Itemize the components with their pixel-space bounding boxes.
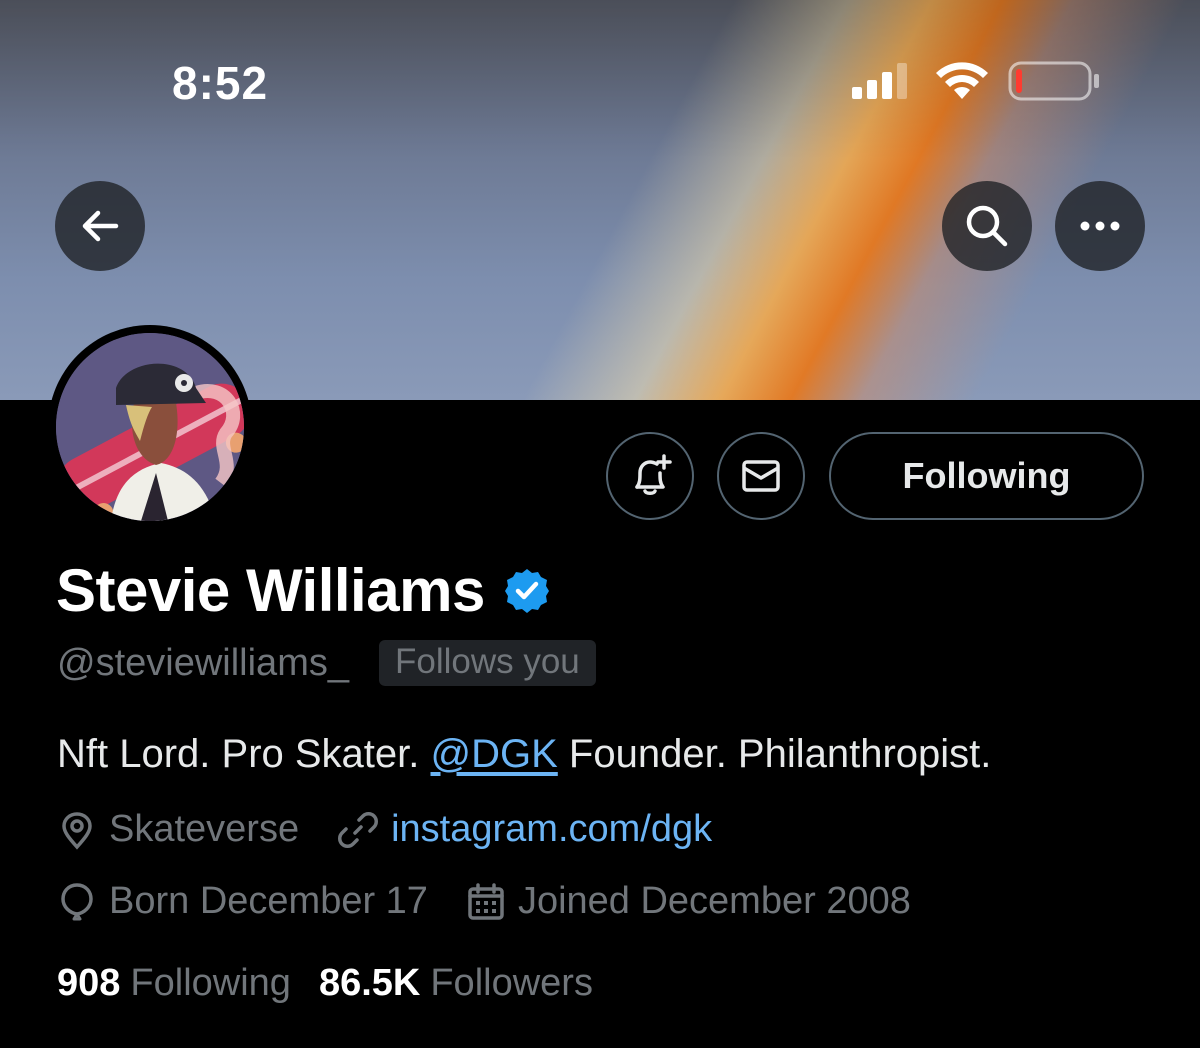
location-text: Skateverse [109,808,300,850]
message-button[interactable] [717,432,805,520]
more-options-button[interactable] [1055,181,1145,271]
profile-meta-row-2: Born December 17 Joined December 2008 [57,880,911,923]
status-time: 8:52 [172,57,269,109]
verified-badge-icon[interactable] [503,567,551,615]
followers-stat[interactable]: 86.5K Followers [319,962,593,1005]
follow-stats: 908 Following 86.5K Followers [57,962,593,1005]
link-icon [338,811,379,848]
website[interactable]: instagram.com/dgk [337,808,712,851]
bell-plus-icon [635,454,672,495]
bio: Nft Lord. Pro Skater. @DGK Founder. Phil… [57,732,992,776]
search-icon [966,205,1008,247]
more-icon [1080,221,1120,231]
joined-text: Joined December 2008 [517,880,911,922]
following-count: 908 [57,962,121,1004]
location-pin-icon [62,811,92,850]
wifi-icon [936,62,988,99]
following-stat[interactable]: 908 Following [57,962,291,1005]
calendar-icon [468,882,504,920]
avatar-illustration [56,333,244,521]
back-arrow-icon [82,210,119,242]
location: Skateverse [57,808,299,851]
back-button[interactable] [55,181,145,271]
status-icons [850,60,1100,102]
followers-count: 86.5K [318,962,421,1004]
display-name-row: Stevie Williams [56,556,551,625]
birthday: Born December 17 [57,880,428,923]
battery-low-icon [1008,61,1099,101]
birthday-text: Born December 17 [109,880,428,922]
following-label: Following [130,962,291,1004]
follows-you-badge: Follows you [378,640,596,686]
profile-meta-row-1: Skateverse instagram.com/dgk [57,808,712,851]
joined-date: Joined December 2008 [466,880,911,923]
bio-mention-link[interactable]: @DGK [431,732,558,776]
envelope-icon [742,460,780,492]
display-name: Stevie Williams [56,557,485,624]
website-link[interactable]: instagram.com/dgk [391,808,712,851]
following-button[interactable]: Following [829,432,1144,520]
handle: @steviewilliams_ [57,641,349,684]
handle-row: @steviewilliams_ Follows you [57,640,596,686]
profile-avatar[interactable] [48,325,252,529]
cellular-signal-icon [852,63,907,99]
balloon-icon [61,882,93,920]
followers-label: Followers [430,962,593,1004]
notifications-button[interactable] [606,432,694,520]
search-button[interactable] [942,181,1032,271]
